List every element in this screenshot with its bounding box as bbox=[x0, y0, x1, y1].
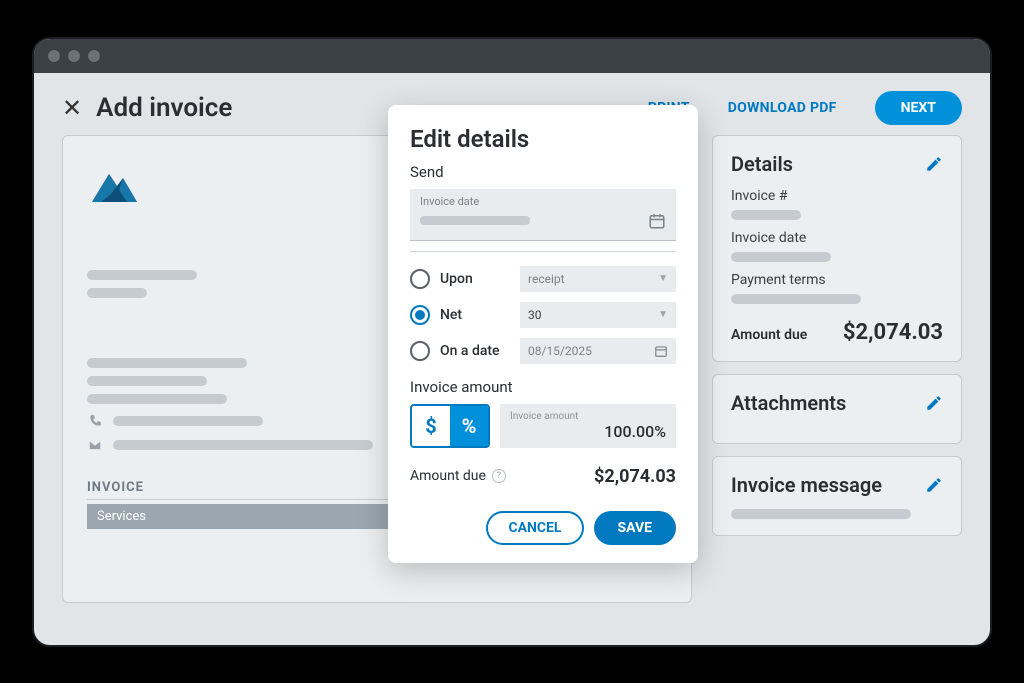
invoice-date-label: Invoice date bbox=[731, 230, 943, 246]
traffic-light[interactable] bbox=[88, 50, 100, 62]
save-button[interactable]: SAVE bbox=[594, 511, 677, 545]
chevron-down-icon: ▼ bbox=[658, 309, 668, 320]
invoice-date-field[interactable]: Invoice date bbox=[410, 189, 676, 241]
invoice-message-card: Invoice message bbox=[712, 456, 962, 536]
cancel-button[interactable]: CANCEL bbox=[486, 511, 583, 545]
on-date-field[interactable]: 08/15/2025 bbox=[520, 338, 676, 364]
invoice-amount-input[interactable]: Invoice amount 100.00% bbox=[500, 404, 676, 448]
radio-upon[interactable] bbox=[410, 269, 430, 289]
term-net-row[interactable]: Net 30 ▼ bbox=[410, 302, 676, 328]
edit-attachments-icon[interactable] bbox=[925, 394, 943, 412]
download-pdf-link[interactable]: DOWNLOAD PDF bbox=[728, 100, 837, 116]
chevron-down-icon: ▼ bbox=[658, 273, 668, 284]
next-button[interactable]: NEXT bbox=[875, 91, 962, 125]
upon-label: Upon bbox=[440, 271, 510, 287]
calendar-icon bbox=[654, 344, 668, 358]
email-icon bbox=[87, 438, 103, 452]
right-sidebar: Details Invoice # Invoice date Payment t… bbox=[712, 135, 962, 603]
on-date-label: On a date bbox=[440, 343, 510, 359]
net-dropdown[interactable]: 30 ▼ bbox=[520, 302, 676, 328]
modal-title: Edit details bbox=[410, 125, 676, 153]
company-logo bbox=[87, 160, 157, 214]
traffic-light[interactable] bbox=[68, 50, 80, 62]
traffic-light[interactable] bbox=[48, 50, 60, 62]
modal-amount-due-value: $2,074.03 bbox=[594, 466, 676, 487]
payment-terms-label: Payment terms bbox=[731, 272, 943, 288]
amount-input-label: Invoice amount bbox=[510, 411, 666, 422]
modal-amount-due-label: Amount due ? bbox=[410, 468, 506, 484]
toggle-percent[interactable]: % bbox=[450, 406, 488, 446]
upon-dropdown[interactable]: receipt ▼ bbox=[520, 266, 676, 292]
window-titlebar bbox=[34, 39, 990, 73]
invoice-date-field-label: Invoice date bbox=[420, 195, 666, 208]
radio-net[interactable] bbox=[410, 305, 430, 325]
edit-message-icon[interactable] bbox=[925, 476, 943, 494]
invoice-date-placeholder bbox=[420, 216, 530, 225]
details-title: Details bbox=[731, 152, 793, 176]
attachments-card: Attachments bbox=[712, 374, 962, 444]
invoice-amount-label: Invoice amount bbox=[410, 378, 676, 396]
term-ondate-row[interactable]: On a date 08/15/2025 bbox=[410, 338, 676, 364]
phone-icon bbox=[87, 414, 103, 428]
close-icon[interactable]: ✕ bbox=[62, 94, 82, 122]
details-card: Details Invoice # Invoice date Payment t… bbox=[712, 135, 962, 362]
calendar-icon[interactable] bbox=[648, 212, 666, 230]
send-label: Send bbox=[410, 163, 676, 181]
help-icon[interactable]: ? bbox=[492, 469, 506, 483]
radio-on-date[interactable] bbox=[410, 341, 430, 361]
amount-input-value: 100.00% bbox=[510, 422, 666, 441]
edit-details-icon[interactable] bbox=[925, 155, 943, 173]
app-window: ✕ Add invoice PRINT DOWNLOAD PDF NEXT bbox=[32, 37, 992, 647]
amount-due-label: Amount due bbox=[731, 327, 807, 343]
amount-type-toggle: $ % bbox=[410, 404, 490, 448]
invoice-number-label: Invoice # bbox=[731, 188, 943, 204]
attachments-title: Attachments bbox=[731, 391, 846, 415]
edit-details-modal: Edit details Send Invoice date Upon rece… bbox=[388, 105, 698, 563]
term-upon-row[interactable]: Upon receipt ▼ bbox=[410, 266, 676, 292]
toggle-dollar[interactable]: $ bbox=[412, 406, 450, 446]
net-label: Net bbox=[440, 307, 510, 323]
invoice-message-title: Invoice message bbox=[731, 473, 882, 497]
amount-due-value: $2,074.03 bbox=[843, 320, 943, 345]
